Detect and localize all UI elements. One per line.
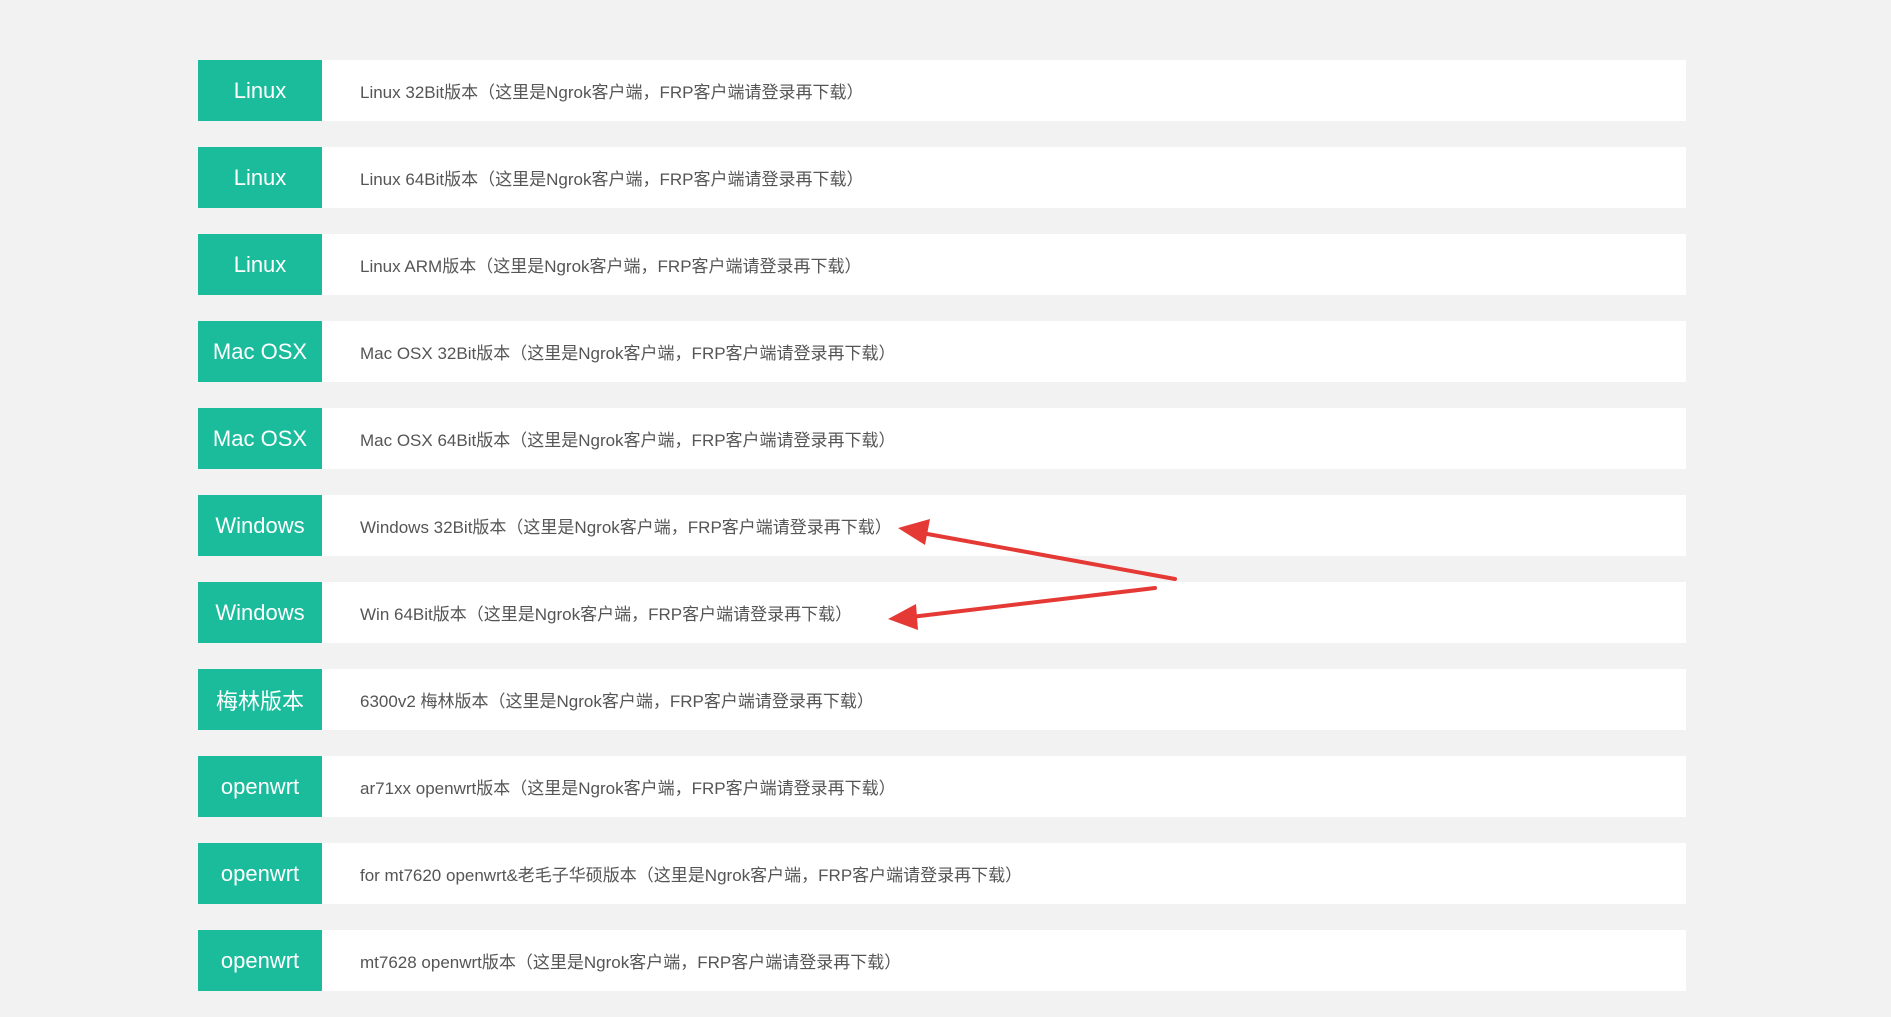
- platform-tag[interactable]: Linux: [198, 60, 322, 121]
- platform-tag[interactable]: Windows: [198, 582, 322, 643]
- platform-tag[interactable]: openwrt: [198, 930, 322, 991]
- download-link[interactable]: Windows 32Bit版本（这里是Ngrok客户端，FRP客户端请登录再下载…: [322, 513, 892, 538]
- download-row-windows-32bit[interactable]: Windows Windows 32Bit版本（这里是Ngrok客户端，FRP客…: [198, 495, 1686, 556]
- download-link[interactable]: ar71xx openwrt版本（这里是Ngrok客户端，FRP客户端请登录再下…: [322, 774, 896, 799]
- download-row-linux-arm[interactable]: Linux Linux ARM版本（这里是Ngrok客户端，FRP客户端请登录再…: [198, 234, 1686, 295]
- download-link[interactable]: Win 64Bit版本（这里是Ngrok客户端，FRP客户端请登录再下载）: [322, 600, 852, 625]
- platform-tag[interactable]: Mac OSX: [198, 321, 322, 382]
- download-row-openwrt-mt7620[interactable]: openwrt for mt7620 openwrt&老毛子华硕版本（这里是Ng…: [198, 843, 1686, 904]
- download-row-windows-64bit[interactable]: Windows Win 64Bit版本（这里是Ngrok客户端，FRP客户端请登…: [198, 582, 1686, 643]
- download-row-linux-32bit[interactable]: Linux Linux 32Bit版本（这里是Ngrok客户端，FRP客户端请登…: [198, 60, 1686, 121]
- download-row-openwrt-mt7628[interactable]: openwrt mt7628 openwrt版本（这里是Ngrok客户端，FRP…: [198, 930, 1686, 991]
- platform-tag[interactable]: Linux: [198, 234, 322, 295]
- download-link[interactable]: Mac OSX 64Bit版本（这里是Ngrok客户端，FRP客户端请登录再下载…: [322, 426, 896, 451]
- download-link[interactable]: 6300v2 梅林版本（这里是Ngrok客户端，FRP客户端请登录再下载）: [322, 687, 874, 712]
- download-link[interactable]: Linux ARM版本（这里是Ngrok客户端，FRP客户端请登录再下载）: [322, 252, 862, 277]
- download-link[interactable]: Linux 32Bit版本（这里是Ngrok客户端，FRP客户端请登录再下载）: [322, 78, 863, 103]
- platform-tag[interactable]: Windows: [198, 495, 322, 556]
- download-row-macosx-64bit[interactable]: Mac OSX Mac OSX 64Bit版本（这里是Ngrok客户端，FRP客…: [198, 408, 1686, 469]
- download-link[interactable]: Linux 64Bit版本（这里是Ngrok客户端，FRP客户端请登录再下载）: [322, 165, 863, 190]
- platform-tag[interactable]: Mac OSX: [198, 408, 322, 469]
- download-link[interactable]: Mac OSX 32Bit版本（这里是Ngrok客户端，FRP客户端请登录再下载…: [322, 339, 896, 364]
- download-list: Linux Linux 32Bit版本（这里是Ngrok客户端，FRP客户端请登…: [198, 60, 1686, 1017]
- download-link[interactable]: mt7628 openwrt版本（这里是Ngrok客户端，FRP客户端请登录再下…: [322, 948, 901, 973]
- download-row-linux-64bit[interactable]: Linux Linux 64Bit版本（这里是Ngrok客户端，FRP客户端请登…: [198, 147, 1686, 208]
- download-row-macosx-32bit[interactable]: Mac OSX Mac OSX 32Bit版本（这里是Ngrok客户端，FRP客…: [198, 321, 1686, 382]
- download-row-openwrt-ar71xx[interactable]: openwrt ar71xx openwrt版本（这里是Ngrok客户端，FRP…: [198, 756, 1686, 817]
- platform-tag[interactable]: Linux: [198, 147, 322, 208]
- platform-tag[interactable]: openwrt: [198, 756, 322, 817]
- download-link[interactable]: for mt7620 openwrt&老毛子华硕版本（这里是Ngrok客户端，F…: [322, 861, 1022, 886]
- download-row-merlin[interactable]: 梅林版本 6300v2 梅林版本（这里是Ngrok客户端，FRP客户端请登录再下…: [198, 669, 1686, 730]
- platform-tag[interactable]: 梅林版本: [198, 669, 322, 730]
- platform-tag[interactable]: openwrt: [198, 843, 322, 904]
